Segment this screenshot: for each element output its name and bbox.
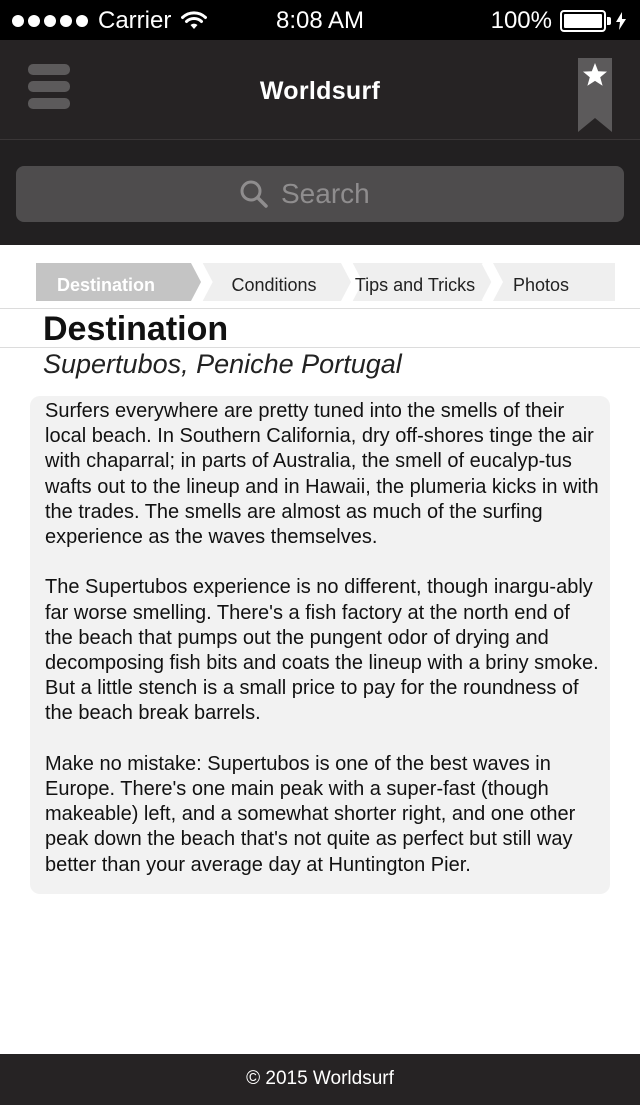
tab-destination[interactable]: Destination	[36, 263, 176, 301]
bookmark-button[interactable]	[578, 58, 612, 132]
search-area	[0, 140, 640, 245]
status-right: 100%	[491, 7, 626, 35]
tab-bar: Destination Conditions Tips and Tricks P…	[36, 263, 615, 301]
tab-tips-and-tricks[interactable]: Tips and Tricks	[352, 263, 478, 301]
battery-icon	[560, 10, 611, 32]
paragraph: The Supertubos experience is no differen…	[45, 576, 599, 725]
search-icon	[240, 180, 268, 208]
bookmark-star-icon	[578, 58, 612, 132]
battery-percent: 100%	[490, 7, 552, 34]
search-input[interactable]	[281, 178, 401, 210]
charging-bolt-icon	[616, 12, 626, 30]
tab-conditions[interactable]: Conditions	[208, 263, 340, 301]
app-header: Worldsurf	[0, 40, 640, 140]
divider	[0, 308, 640, 309]
location-subtitle: Supertubos, Peniche Portugal	[43, 349, 402, 379]
footer: © 2015 Worldsurf	[0, 1054, 640, 1105]
paragraph: Make no mistake: Supertubos is one of th…	[45, 752, 576, 876]
hamburger-menu-icon	[28, 64, 70, 75]
content-card: Surfers everywhere are pretty tuned into…	[30, 396, 610, 894]
paragraph: Surfers everywhere are pretty tuned into…	[45, 400, 599, 549]
status-bar: Carrier 8:08 AM 100%	[0, 0, 640, 40]
app-title: Worldsurf	[259, 77, 381, 105]
search-box[interactable]	[16, 166, 624, 222]
tab-photos[interactable]: Photos	[498, 263, 584, 301]
page-title: Destination	[43, 310, 229, 348]
divider	[0, 347, 640, 348]
